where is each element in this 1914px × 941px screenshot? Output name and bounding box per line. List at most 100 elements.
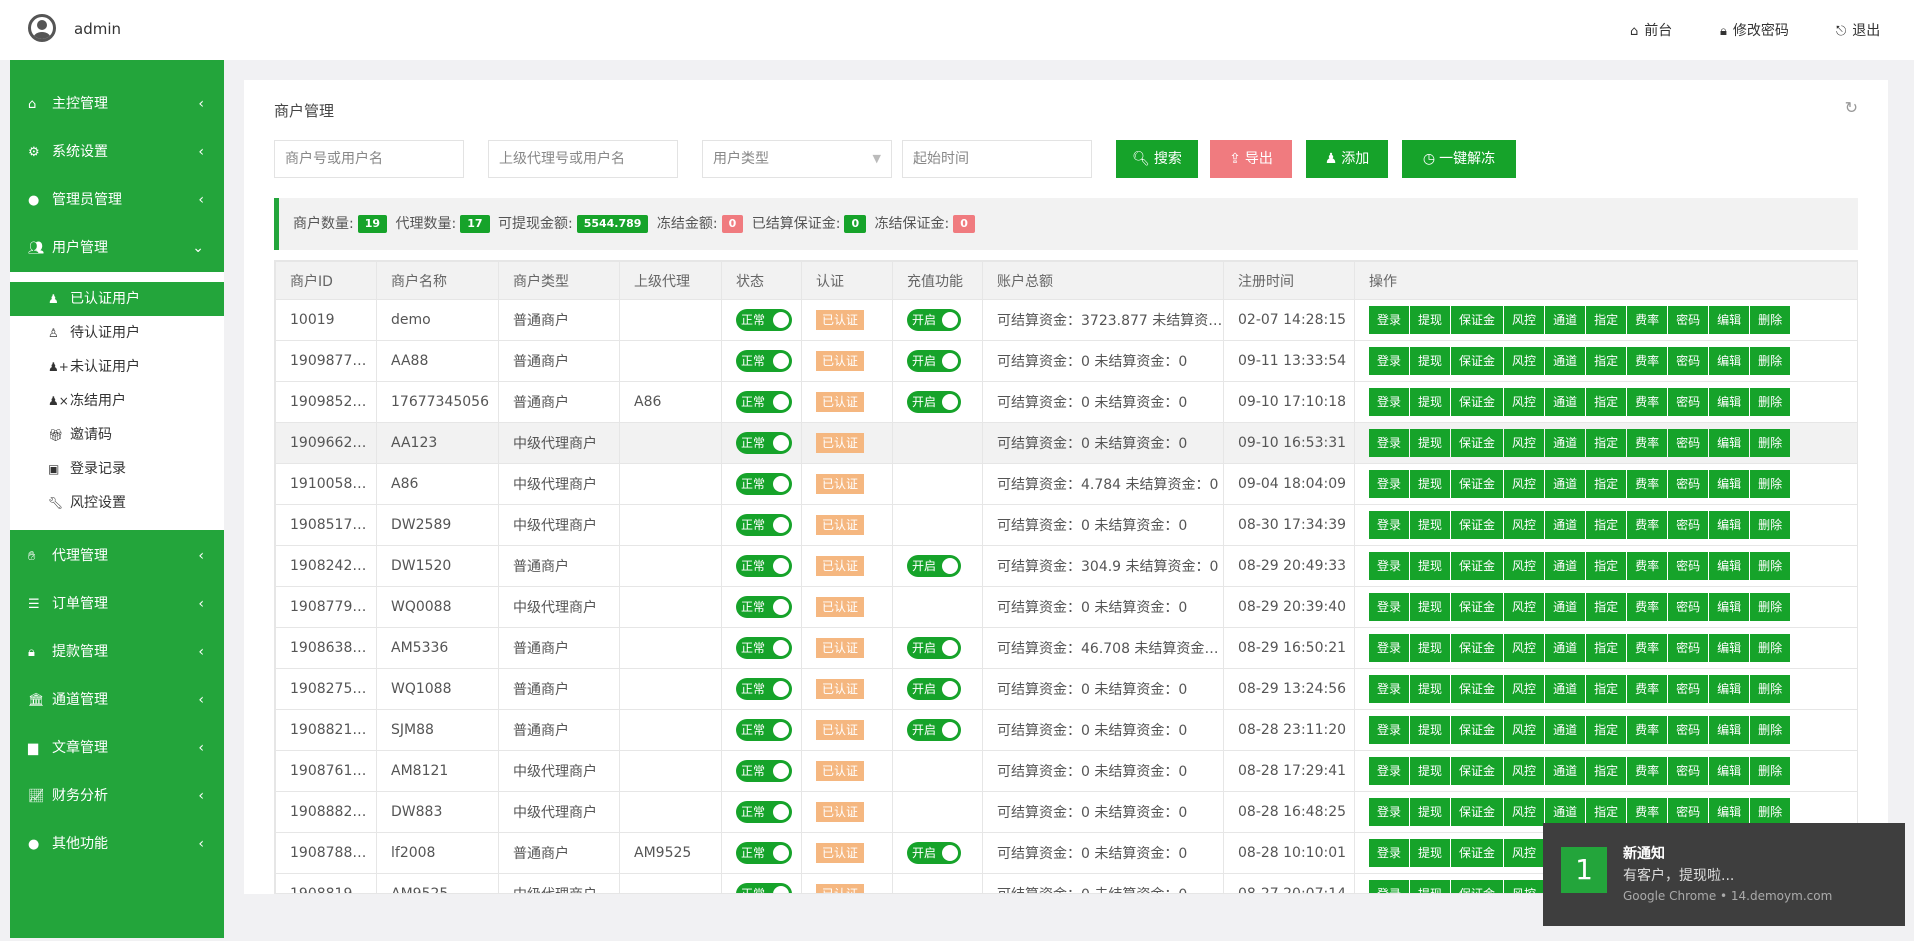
recharge-toggle[interactable]: 开启: [907, 391, 961, 413]
unfreeze-all-button[interactable]: ◷ 一键解冻: [1402, 140, 1516, 178]
password-button[interactable]: 密码: [1668, 757, 1709, 785]
submenu-frozen-users[interactable]: ♟×冻结用户: [10, 384, 224, 418]
delete-button[interactable]: 删除: [1750, 593, 1791, 621]
assign-button[interactable]: 指定: [1586, 511, 1627, 539]
nav-channel-management[interactable]: 🏛︎ 通道管理 ‹: [10, 676, 224, 724]
change-password-link[interactable]: 🔒︎ 修改密码: [1720, 20, 1789, 40]
rate-button[interactable]: 费率: [1627, 593, 1668, 621]
login-button[interactable]: 登录: [1369, 347, 1410, 375]
channel-button[interactable]: 通道: [1545, 552, 1586, 580]
rate-button[interactable]: 费率: [1627, 306, 1668, 334]
password-button[interactable]: 密码: [1668, 306, 1709, 334]
deposit-button[interactable]: 保证金: [1451, 675, 1504, 703]
risk-control-button[interactable]: 风控: [1504, 798, 1545, 826]
channel-button[interactable]: 通道: [1545, 429, 1586, 457]
password-button[interactable]: 密码: [1668, 593, 1709, 621]
recharge-toggle[interactable]: 开启: [907, 309, 961, 331]
rate-button[interactable]: 费率: [1627, 429, 1668, 457]
risk-control-button[interactable]: 风控: [1504, 552, 1545, 580]
deposit-button[interactable]: 保证金: [1451, 880, 1504, 893]
delete-button[interactable]: 删除: [1750, 388, 1791, 416]
password-button[interactable]: 密码: [1668, 716, 1709, 744]
merchant-table-wrapper[interactable]: 商户ID 商户名称 商户类型 上级代理 状态 认证 充值功能 账户总额 注册时间…: [274, 260, 1858, 894]
login-button[interactable]: 登录: [1369, 675, 1410, 703]
withdraw-button[interactable]: 提现: [1410, 716, 1451, 744]
submenu-verified-users[interactable]: ♟ 已认证用户: [10, 282, 224, 316]
channel-button[interactable]: 通道: [1545, 388, 1586, 416]
nav-withdraw-management[interactable]: 🔒︎ 提款管理 ‹: [10, 628, 224, 676]
channel-button[interactable]: 通道: [1545, 347, 1586, 375]
status-toggle[interactable]: 正常: [736, 555, 792, 577]
nav-agent-management[interactable]: ✋︎ 代理管理 ‹: [10, 532, 224, 580]
nav-dashboard[interactable]: ⌂ 主控管理 ‹: [10, 80, 224, 128]
channel-button[interactable]: 通道: [1545, 593, 1586, 621]
submenu-login-records[interactable]: ▣ 登录记录: [10, 452, 224, 486]
status-toggle[interactable]: 正常: [736, 350, 792, 372]
channel-button[interactable]: 通道: [1545, 511, 1586, 539]
agent-search-input[interactable]: [488, 140, 678, 178]
password-button[interactable]: 密码: [1668, 470, 1709, 498]
rate-button[interactable]: 费率: [1627, 634, 1668, 662]
rate-button[interactable]: 费率: [1627, 675, 1668, 703]
login-button[interactable]: 登录: [1369, 306, 1410, 334]
risk-control-button[interactable]: 风控: [1504, 429, 1545, 457]
status-toggle[interactable]: 正常: [736, 719, 792, 741]
merchant-search-input[interactable]: [274, 140, 464, 178]
password-button[interactable]: 密码: [1668, 388, 1709, 416]
recharge-toggle[interactable]: 开启: [907, 637, 961, 659]
status-toggle[interactable]: 正常: [736, 309, 792, 331]
nav-finance-analysis[interactable]: 📈︎ 财务分析 ‹: [10, 772, 224, 820]
rate-button[interactable]: 费率: [1627, 552, 1668, 580]
login-button[interactable]: 登录: [1369, 552, 1410, 580]
delete-button[interactable]: 删除: [1750, 429, 1791, 457]
withdraw-button[interactable]: 提现: [1410, 511, 1451, 539]
rate-button[interactable]: 费率: [1627, 716, 1668, 744]
withdraw-button[interactable]: 提现: [1410, 798, 1451, 826]
login-button[interactable]: 登录: [1369, 757, 1410, 785]
assign-button[interactable]: 指定: [1586, 716, 1627, 744]
channel-button[interactable]: 通道: [1545, 306, 1586, 334]
delete-button[interactable]: 删除: [1750, 511, 1791, 539]
add-button[interactable]: ♟ 添加: [1306, 140, 1388, 178]
password-button[interactable]: 密码: [1668, 347, 1709, 375]
deposit-button[interactable]: 保证金: [1451, 716, 1504, 744]
risk-control-button[interactable]: 风控: [1504, 593, 1545, 621]
password-button[interactable]: 密码: [1668, 798, 1709, 826]
chrome-notification[interactable]: 1 新通知 有客户，提现啦... Google Chrome • 14.demo…: [1543, 823, 1905, 926]
password-button[interactable]: 密码: [1668, 634, 1709, 662]
password-button[interactable]: 密码: [1668, 429, 1709, 457]
login-button[interactable]: 登录: [1369, 429, 1410, 457]
rate-button[interactable]: 费率: [1627, 388, 1668, 416]
nav-article-management[interactable]: ▆ 文章管理 ‹: [10, 724, 224, 772]
edit-button[interactable]: 编辑: [1709, 470, 1750, 498]
edit-button[interactable]: 编辑: [1709, 388, 1750, 416]
assign-button[interactable]: 指定: [1586, 593, 1627, 621]
rate-button[interactable]: 费率: [1627, 757, 1668, 785]
assign-button[interactable]: 指定: [1586, 429, 1627, 457]
rate-button[interactable]: 费率: [1627, 470, 1668, 498]
login-button[interactable]: 登录: [1369, 839, 1410, 867]
deposit-button[interactable]: 保证金: [1451, 429, 1504, 457]
login-button[interactable]: 登录: [1369, 470, 1410, 498]
deposit-button[interactable]: 保证金: [1451, 347, 1504, 375]
assign-button[interactable]: 指定: [1586, 675, 1627, 703]
edit-button[interactable]: 编辑: [1709, 798, 1750, 826]
recharge-toggle[interactable]: 开启: [907, 350, 961, 372]
withdraw-button[interactable]: 提现: [1410, 347, 1451, 375]
assign-button[interactable]: 指定: [1586, 798, 1627, 826]
status-toggle[interactable]: 正常: [736, 432, 792, 454]
status-toggle[interactable]: 正常: [736, 596, 792, 618]
edit-button[interactable]: 编辑: [1709, 511, 1750, 539]
deposit-button[interactable]: 保证金: [1451, 388, 1504, 416]
risk-control-button[interactable]: 风控: [1504, 716, 1545, 744]
assign-button[interactable]: 指定: [1586, 347, 1627, 375]
deposit-button[interactable]: 保证金: [1451, 511, 1504, 539]
status-toggle[interactable]: 正常: [736, 637, 792, 659]
login-button[interactable]: 登录: [1369, 511, 1410, 539]
login-button[interactable]: 登录: [1369, 880, 1410, 893]
recharge-toggle[interactable]: 开启: [907, 555, 961, 577]
assign-button[interactable]: 指定: [1586, 757, 1627, 785]
deposit-button[interactable]: 保证金: [1451, 798, 1504, 826]
delete-button[interactable]: 删除: [1750, 634, 1791, 662]
login-button[interactable]: 登录: [1369, 634, 1410, 662]
